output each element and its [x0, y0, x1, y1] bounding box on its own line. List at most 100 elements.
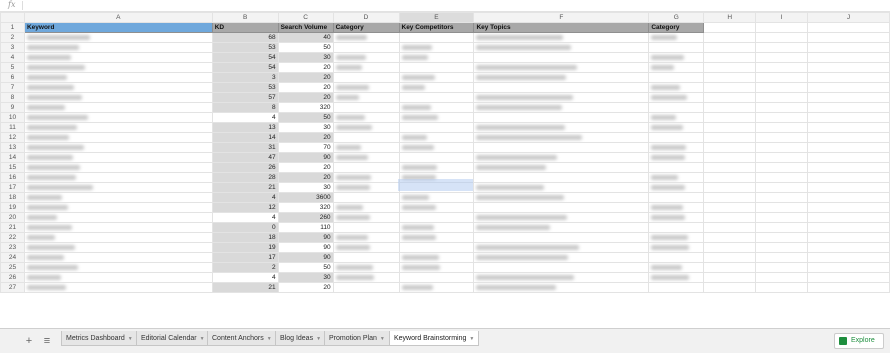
empty-cell[interactable] — [807, 262, 890, 273]
header-empty-i[interactable] — [755, 22, 809, 33]
empty-cell[interactable] — [807, 92, 890, 103]
row-header[interactable]: 2 — [0, 32, 25, 43]
empty-cell[interactable] — [755, 62, 809, 73]
kd-cell[interactable]: 54 — [211, 62, 279, 73]
empty-cell[interactable] — [755, 42, 809, 53]
tab-promotion-plan[interactable]: Promotion Plan ▼ — [324, 331, 390, 346]
empty-cell[interactable] — [703, 62, 757, 73]
tab-keyword-brainstorming[interactable]: Keyword Brainstorming ▼ — [389, 331, 480, 346]
search-volume-cell[interactable]: 110 — [277, 222, 334, 233]
select-all-corner[interactable] — [0, 12, 25, 23]
keyword-cell[interactable] — [23, 62, 213, 73]
empty-cell[interactable] — [755, 112, 809, 123]
empty-cell[interactable] — [703, 162, 757, 173]
row-header[interactable]: 21 — [0, 222, 25, 233]
competitors-cell[interactable] — [398, 252, 475, 263]
kd-cell[interactable]: 3 — [211, 72, 279, 83]
row-header[interactable]: 9 — [0, 102, 25, 113]
search-volume-cell[interactable]: 40 — [277, 32, 334, 43]
keyword-cell[interactable] — [23, 142, 213, 153]
empty-cell[interactable] — [807, 42, 890, 53]
empty-cell[interactable] — [807, 72, 890, 83]
category-2-cell[interactable] — [648, 92, 705, 103]
keyword-cell[interactable] — [23, 162, 213, 173]
kd-cell[interactable]: 47 — [211, 152, 279, 163]
category-2-cell[interactable] — [648, 62, 705, 73]
search-volume-cell[interactable]: 20 — [277, 162, 334, 173]
category-cell[interactable] — [332, 112, 400, 123]
row-header[interactable]: 26 — [0, 272, 25, 283]
keyword-cell[interactable] — [23, 52, 213, 63]
category-2-cell[interactable] — [648, 182, 705, 193]
row-header[interactable]: 17 — [0, 182, 25, 193]
empty-cell[interactable] — [703, 112, 757, 123]
row-header[interactable]: 23 — [0, 242, 25, 253]
empty-cell[interactable] — [703, 92, 757, 103]
empty-cell[interactable] — [703, 272, 757, 283]
keyword-cell[interactable] — [23, 262, 213, 273]
category-cell[interactable] — [332, 262, 400, 273]
empty-cell[interactable] — [703, 192, 757, 203]
keyword-cell[interactable] — [23, 212, 213, 223]
row-header[interactable]: 11 — [0, 122, 25, 133]
empty-cell[interactable] — [755, 222, 809, 233]
category-2-cell[interactable] — [648, 152, 705, 163]
topics-cell[interactable] — [473, 32, 650, 43]
kd-cell[interactable]: 53 — [211, 42, 279, 53]
row-header[interactable]: 5 — [0, 62, 25, 73]
category-2-cell[interactable] — [648, 32, 705, 43]
topics-cell[interactable] — [473, 222, 650, 233]
keyword-cell[interactable] — [23, 132, 213, 143]
row-header[interactable]: 19 — [0, 202, 25, 213]
header-empty-j[interactable] — [807, 22, 890, 33]
competitors-cell[interactable] — [398, 232, 475, 243]
search-volume-cell[interactable]: 20 — [277, 172, 334, 183]
row-header[interactable]: 15 — [0, 162, 25, 173]
row-header[interactable]: 8 — [0, 92, 25, 103]
tab-editorial-calendar[interactable]: Editorial Calendar ▼ — [136, 331, 210, 346]
column-header-i[interactable]: I — [755, 12, 809, 23]
kd-cell[interactable]: 28 — [211, 172, 279, 183]
keyword-cell[interactable] — [23, 92, 213, 103]
empty-cell[interactable] — [703, 152, 757, 163]
empty-cell[interactable] — [703, 232, 757, 243]
category-2-cell[interactable] — [648, 242, 705, 253]
keyword-cell[interactable] — [23, 102, 213, 113]
empty-cell[interactable] — [755, 182, 809, 193]
tab-metrics-dashboard[interactable]: Metrics Dashboard ▼ — [61, 331, 138, 346]
row-header-1[interactable]: 1 — [0, 22, 25, 33]
topics-cell[interactable] — [473, 152, 650, 163]
column-header-f[interactable]: F — [473, 12, 650, 23]
category-2-cell[interactable] — [648, 282, 705, 293]
search-volume-cell[interactable]: 20 — [277, 72, 334, 83]
topics-cell[interactable] — [473, 92, 650, 103]
category-2-cell[interactable] — [648, 132, 705, 143]
competitors-cell[interactable] — [398, 42, 475, 53]
empty-cell[interactable] — [703, 42, 757, 53]
category-2-cell[interactable] — [648, 232, 705, 243]
header-category[interactable]: Category — [332, 22, 400, 33]
search-volume-cell[interactable]: 20 — [277, 82, 334, 93]
empty-cell[interactable] — [807, 202, 890, 213]
empty-cell[interactable] — [703, 82, 757, 93]
empty-cell[interactable] — [703, 122, 757, 133]
keyword-cell[interactable] — [23, 172, 213, 183]
competitors-cell[interactable] — [398, 112, 475, 123]
search-volume-cell[interactable]: 20 — [277, 282, 334, 293]
topics-cell[interactable] — [473, 42, 650, 53]
header-key-competitors[interactable]: Key Competitors — [398, 22, 475, 33]
kd-cell[interactable]: 68 — [211, 32, 279, 43]
competitors-cell[interactable] — [398, 282, 475, 293]
competitors-cell[interactable] — [398, 92, 475, 103]
empty-cell[interactable] — [755, 282, 809, 293]
category-2-cell[interactable] — [648, 82, 705, 93]
kd-cell[interactable]: 21 — [211, 282, 279, 293]
empty-cell[interactable] — [755, 92, 809, 103]
keyword-cell[interactable] — [23, 242, 213, 253]
topics-cell[interactable] — [473, 72, 650, 83]
keyword-cell[interactable] — [23, 252, 213, 263]
competitors-cell[interactable] — [398, 162, 475, 173]
empty-cell[interactable] — [807, 282, 890, 293]
empty-cell[interactable] — [755, 132, 809, 143]
search-volume-cell[interactable]: 50 — [277, 262, 334, 273]
